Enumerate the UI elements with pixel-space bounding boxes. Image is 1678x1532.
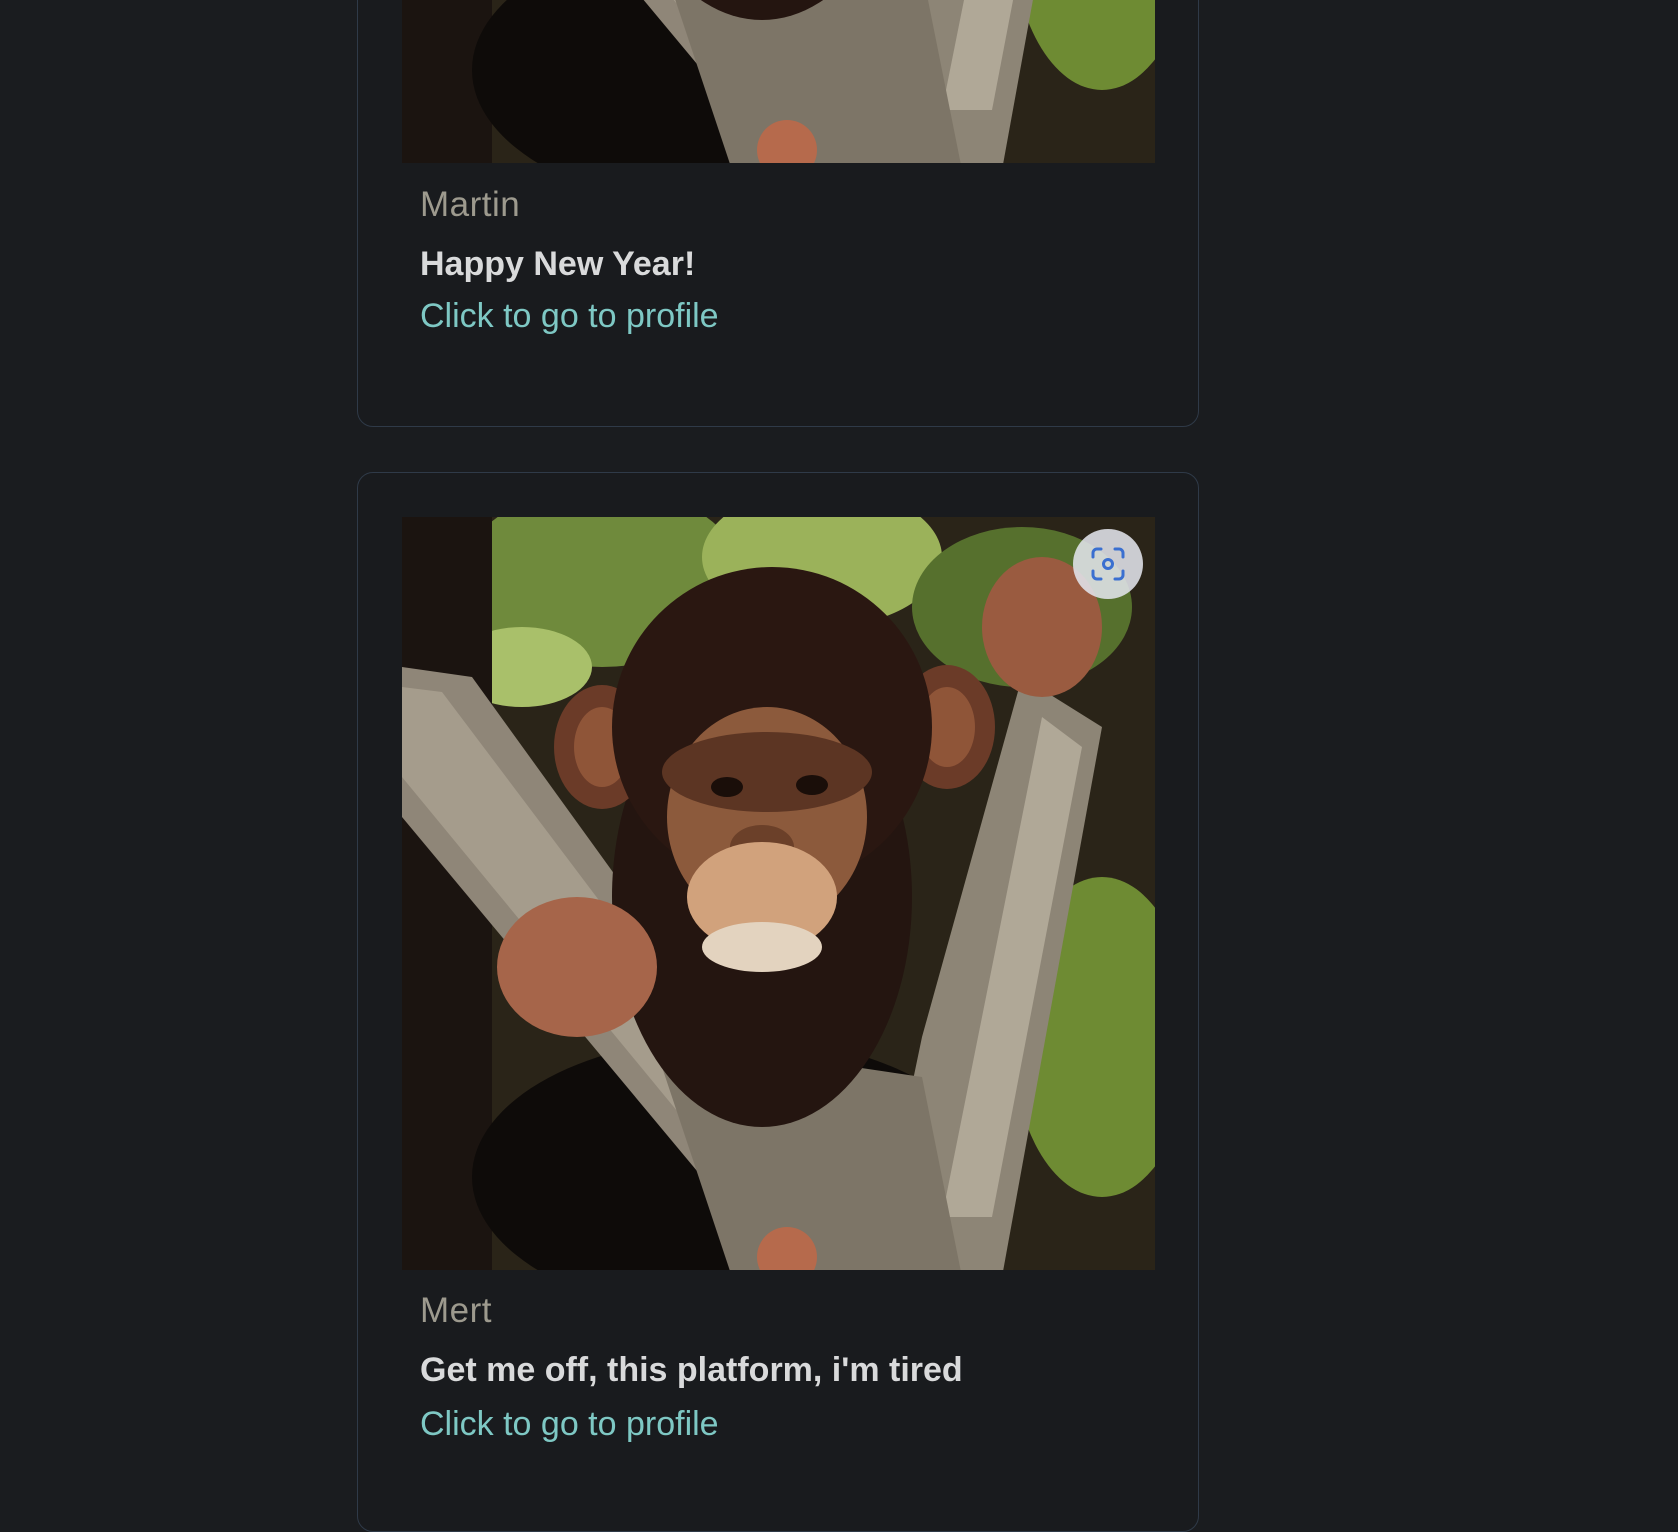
post-message: Happy New Year! — [420, 245, 696, 283]
visual-lookup-button[interactable] — [1073, 529, 1143, 599]
post-image[interactable] — [402, 0, 1155, 163]
post-card: Martin Happy New Year! Click to go to pr… — [357, 0, 1199, 427]
post-author: Mert — [420, 1291, 492, 1330]
chimpanzee-photo — [402, 0, 1155, 163]
post-author: Martin — [420, 185, 521, 224]
post-image[interactable] — [402, 517, 1155, 1270]
post-message: Get me off, this platform, i'm tired — [420, 1351, 963, 1389]
post-card: Mert Get me off, this platform, i'm tire… — [357, 472, 1199, 1532]
visual-lookup-icon — [1091, 547, 1125, 581]
go-to-profile-link[interactable]: Click to go to profile — [420, 1405, 719, 1444]
chimpanzee-photo — [402, 517, 1155, 1270]
go-to-profile-link[interactable]: Click to go to profile — [420, 297, 719, 336]
